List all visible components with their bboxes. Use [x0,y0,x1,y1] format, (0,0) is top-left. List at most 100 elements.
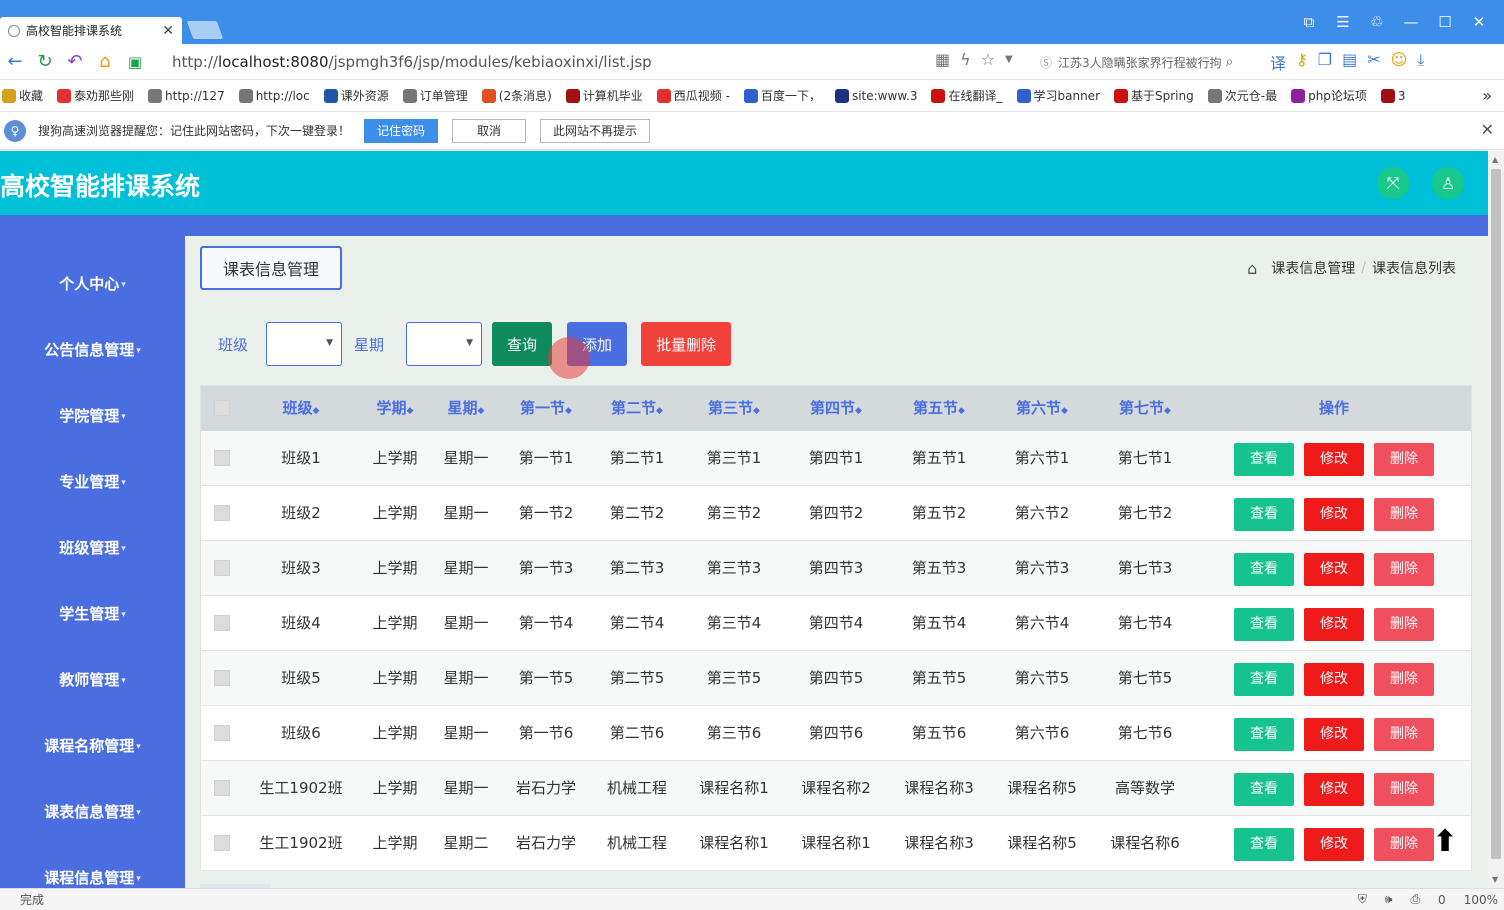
column-header[interactable]: 第五节◆ [913,386,965,431]
edit-button[interactable]: 修改 [1304,718,1364,751]
never-prompt-button[interactable]: 此网站不再提示 [540,118,651,143]
close-window-icon[interactable]: ✕ [1462,10,1496,34]
row-checkbox[interactable] [214,615,230,631]
back-icon[interactable]: ← [0,51,30,72]
search-button[interactable]: 查询 [492,322,553,366]
column-header[interactable]: 星期◆ [448,386,485,431]
lightning-icon[interactable]: ϟ [960,50,971,69]
home-icon[interactable]: ⌂ [1247,259,1257,278]
sort-icon[interactable]: ◆ [478,406,485,416]
bookmark-item[interactable]: 在线翻译_ [931,87,1003,104]
sort-icon[interactable]: ◆ [1061,406,1068,416]
view-button[interactable]: 查看 [1234,828,1294,861]
edit-button[interactable]: 修改 [1304,663,1364,696]
edit-button[interactable]: 修改 [1304,608,1364,641]
bookmark-item[interactable]: (2条消息) [481,87,552,104]
breadcrumb-item-1[interactable]: 课表信息管理 [1271,258,1355,278]
sidebar-item[interactable]: 课表信息管理 ▾ [0,801,185,822]
delete-button[interactable]: 删除 [1374,553,1434,586]
weekday-select[interactable]: ▼ [406,322,483,366]
delete-button[interactable]: 删除 [1374,773,1434,806]
sidebar-item[interactable]: 专业管理 ▾ [0,471,185,492]
edit-button[interactable]: 修改 [1304,443,1364,476]
row-checkbox[interactable] [214,835,230,851]
row-checkbox[interactable] [214,780,230,796]
scroll-thumb[interactable] [1491,169,1501,859]
column-header[interactable]: 班级◆ [283,386,320,431]
sidebar-item[interactable]: 班级管理 ▾ [0,537,185,558]
delete-button[interactable]: 删除 [1374,663,1434,696]
sidebar-item[interactable]: 学生管理 ▾ [0,603,185,624]
url-field[interactable]: http://localhost:8080/jspmgh3f6/jsp/modu… [172,53,652,71]
sort-icon[interactable]: ◆ [407,406,414,416]
close-notification-icon[interactable]: ✕ [1481,120,1494,139]
bookmark-item[interactable]: 泰劝那些刚 [57,87,134,104]
shield-icon[interactable]: ⛨ [1358,892,1367,907]
skin-icon[interactable]: ♲ [1360,10,1394,34]
sidebar-item[interactable]: 课程信息管理 ▾ [0,867,185,888]
minimize-icon[interactable]: — [1394,10,1428,34]
maximize-icon[interactable]: ☐ [1428,10,1462,34]
row-checkbox[interactable] [214,670,230,686]
clipboard-icon[interactable]: ❐ [1318,50,1332,74]
bookmark-item[interactable]: 3 [1380,88,1406,103]
column-header[interactable]: 学期◆ [377,386,414,431]
bookmark-item[interactable]: 西瓜视频 - [656,87,730,104]
scroll-up-icon[interactable]: ▲ [1492,155,1498,164]
lock-icon[interactable]: ⎙ [1410,892,1420,907]
scissors-icon[interactable]: ✂ [1367,50,1380,74]
view-button[interactable]: 查看 [1234,773,1294,806]
sort-icon[interactable]: ◆ [656,406,663,416]
bookmark-item[interactable]: 课外资源 [323,87,389,104]
user-icon[interactable]: ♙ [1432,167,1464,199]
bookmark-item[interactable]: php论坛项 [1291,87,1367,104]
fullscreen-icon[interactable]: ⤧ [1377,167,1409,199]
edit-button[interactable]: 修改 [1304,498,1364,531]
select-all-checkbox[interactable] [214,400,230,416]
sidebar-item[interactable]: 个人中心 ▾ [0,273,185,294]
sidebar-item[interactable]: 学院管理 ▾ [0,405,185,426]
column-header[interactable]: 第一节◆ [520,386,572,431]
delete-button[interactable]: 删除 [1374,828,1434,861]
row-checkbox[interactable] [214,450,230,466]
column-header[interactable]: 第三节◆ [708,386,760,431]
qr-icon[interactable]: ▦ [935,50,950,69]
delete-button[interactable]: 删除 [1374,608,1434,641]
refresh-icon[interactable]: ↻ [30,51,60,72]
translate-icon[interactable]: 译 [1270,50,1286,74]
view-button[interactable]: 查看 [1234,663,1294,696]
sort-icon[interactable]: ◆ [565,406,572,416]
emoji-icon[interactable]: ☺ [1391,50,1408,74]
row-checkbox[interactable] [214,725,230,741]
page-scrollbar[interactable]: ▲ ▼ [1488,151,1504,888]
star-icon[interactable]: ☆ [981,50,995,69]
sidebar-item[interactable]: 课程名称管理 ▾ [0,735,185,756]
delete-button[interactable]: 删除 [1374,718,1434,751]
tab-count-icon[interactable]: ⧉ [1292,10,1326,34]
bookmark-item[interactable]: 次元仓-最 [1207,87,1277,104]
download-count[interactable]: 0 [1438,893,1446,907]
chevron-down-icon[interactable]: ▼ [1005,54,1013,65]
sort-icon[interactable]: ◆ [855,406,862,416]
column-header[interactable]: 第七节◆ [1119,386,1171,431]
view-button[interactable]: 查看 [1234,498,1294,531]
bookmark-item[interactable]: http://127 [148,88,225,103]
row-checkbox[interactable] [214,505,230,521]
edit-button[interactable]: 修改 [1304,773,1364,806]
sidebar-item[interactable]: 公告信息管理 ▾ [0,339,185,360]
undo-icon[interactable]: ↶ [60,51,90,72]
delete-button[interactable]: 删除 [1374,443,1434,476]
bookmark-item[interactable]: 百度一下， [743,87,821,104]
bookmarks-overflow-icon[interactable]: » [1482,86,1492,105]
back-to-top-icon[interactable]: ⬆ [1428,827,1462,861]
menu-icon[interactable]: ☰ [1326,10,1360,34]
search-input[interactable]: Ⓢ 江苏3人隐瞒张家界行程被行拘 ⌕ [1040,50,1258,74]
sort-icon[interactable]: ◆ [958,406,965,416]
view-button[interactable]: 查看 [1234,608,1294,641]
window-icon[interactable]: ▤ [1342,50,1357,74]
bookmark-item[interactable]: 学习banner [1016,87,1100,104]
bookmark-item[interactable]: 计算机毕业 [565,87,643,104]
batch-delete-button[interactable]: 批量删除 [641,322,732,366]
sort-icon[interactable]: ◆ [1164,406,1171,416]
view-button[interactable]: 查看 [1234,443,1294,476]
